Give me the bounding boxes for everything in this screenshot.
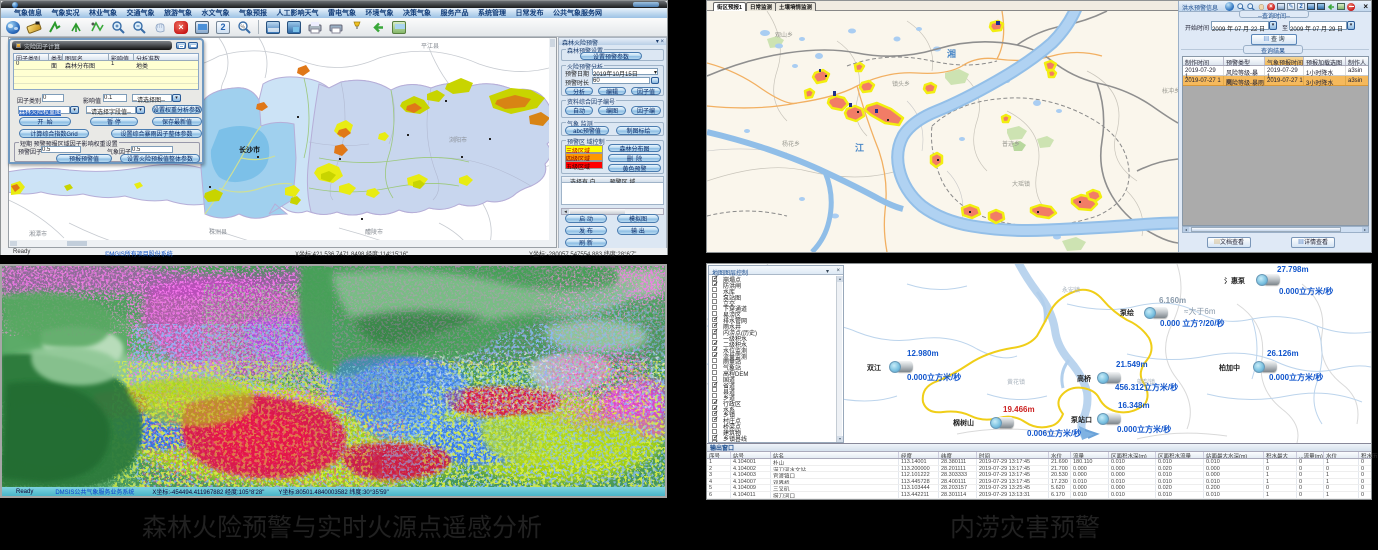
svg-text:湘潭市: 湘潭市 (29, 230, 47, 238)
svg-text:杨花乡: 杨花乡 (782, 140, 800, 148)
svg-text:永安镇: 永安镇 (1062, 286, 1080, 294)
svg-text:株洲县: 株洲县 (209, 228, 227, 236)
svg-text:黄花镇: 黄花镇 (1007, 378, 1025, 386)
svg-text:枨冲乡: 枨冲乡 (1162, 87, 1178, 95)
svg-text:长沙市: 长沙市 (239, 145, 260, 154)
svg-text:普迹乡: 普迹乡 (1002, 140, 1020, 148)
svg-text:大瑶镇: 大瑶镇 (1012, 180, 1030, 188)
svg-text:观山乡: 观山乡 (775, 31, 793, 39)
svg-text:镇头乡: 镇头乡 (892, 80, 910, 88)
svg-text:%: % (241, 24, 246, 30)
svg-text:平江县: 平江县 (421, 43, 439, 50)
svg-text:江: 江 (855, 142, 864, 153)
svg-text:醴陵市: 醴陵市 (365, 228, 383, 236)
svg-text:湘: 湘 (947, 48, 956, 59)
svg-text:浏阳市: 浏阳市 (449, 136, 467, 144)
